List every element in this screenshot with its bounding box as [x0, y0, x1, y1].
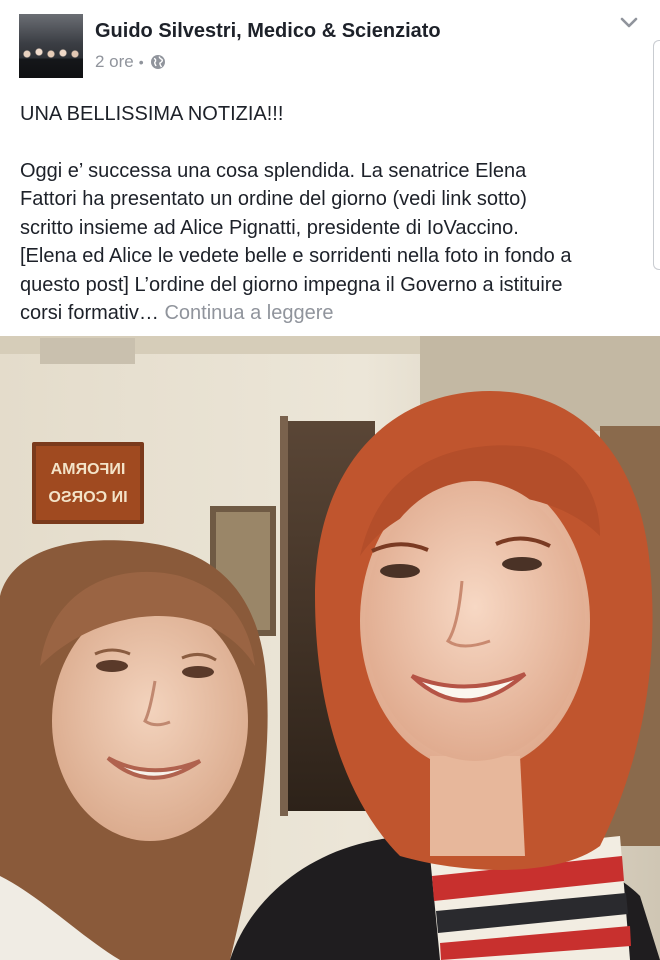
see-more-link[interactable]: Continua a leggere [164, 302, 333, 324]
sign-text-bottom: IN CORSO [48, 489, 127, 506]
avatar[interactable] [19, 14, 83, 78]
truncated-text: corsi formativ… [20, 302, 159, 324]
photo-illustration: INFORMA IN CORSO [0, 336, 660, 960]
globe-icon[interactable] [150, 54, 166, 70]
chevron-down-icon[interactable] [620, 16, 638, 30]
post-meta: 2 ore • [95, 52, 166, 72]
post-header: Guido Silvestri, Medico & Scienziato 2 o… [0, 0, 660, 90]
body-line-truncated: corsi formativ… Continua a leggere [20, 299, 645, 328]
post-body: UNA BELLISSIMA NOTIZIA!!! Oggi e’ succes… [20, 100, 645, 328]
scroll-edge[interactable] [653, 40, 660, 270]
post-headline: UNA BELLISSIMA NOTIZIA!!! [20, 103, 284, 125]
post-photo[interactable]: INFORMA IN CORSO [0, 336, 660, 960]
author-name[interactable]: Guido Silvestri, Medico & Scienziato [95, 20, 441, 43]
sign-text-top: INFORMA [50, 461, 125, 478]
body-line: [Elena ed Alice le vedete belle e sorrid… [20, 245, 572, 267]
body-line: questo post] L’ordine del giorno impegna… [20, 273, 563, 296]
body-line: Fattori ha presentato un ordine del gior… [20, 188, 527, 210]
avatar-group-photo [19, 44, 83, 78]
body-line: scritto insieme ad Alice Pignatti, presi… [20, 216, 519, 239]
body-line: Oggi e’ successa una cosa splendida. La … [20, 159, 527, 182]
post-timestamp[interactable]: 2 ore [95, 52, 134, 72]
meta-separator: • [138, 54, 144, 70]
